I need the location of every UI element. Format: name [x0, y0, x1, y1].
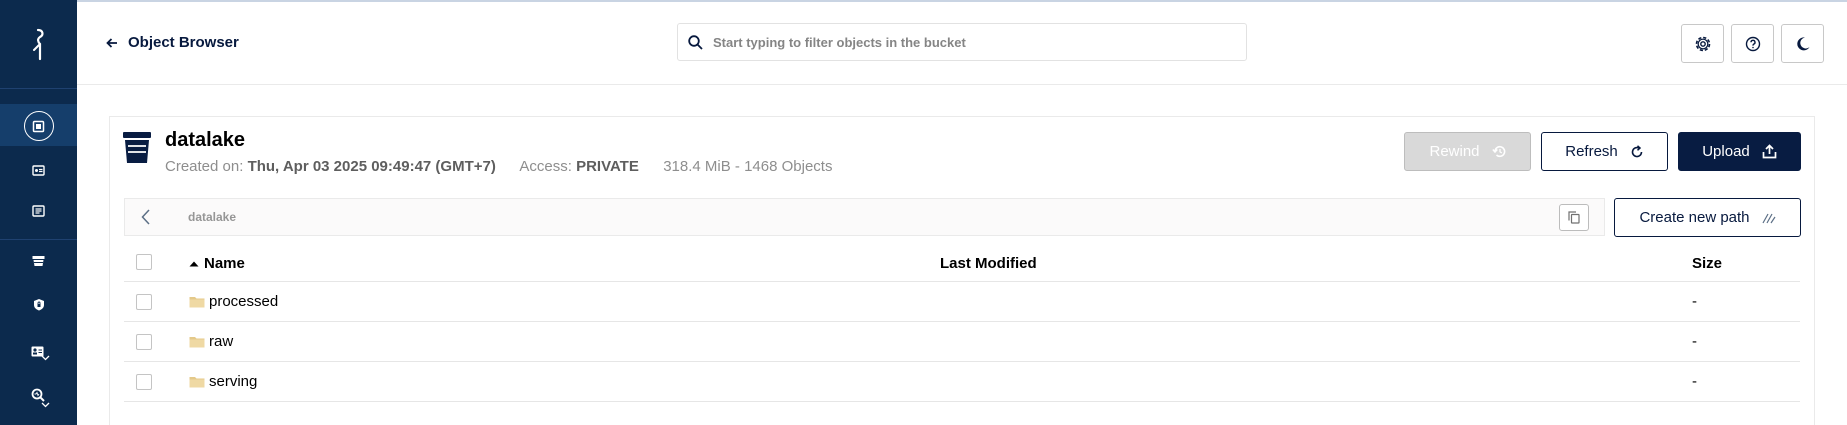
sidebar-divider	[0, 239, 77, 240]
sidebar-item-identity[interactable]	[0, 336, 77, 366]
search-icon	[688, 34, 703, 50]
back-to-object-browser[interactable]: Object Browser	[106, 34, 239, 51]
column-header-size[interactable]: Size	[1692, 255, 1722, 272]
access-keys-icon	[32, 163, 45, 181]
sort-ascending-icon	[189, 261, 199, 266]
chevron-down-icon	[41, 402, 49, 408]
dark-mode-icon	[1796, 36, 1809, 50]
policies-icon	[33, 298, 45, 316]
sidebar-item-buckets[interactable]	[0, 248, 77, 278]
object-browser-icon	[23, 111, 54, 141]
column-header-last-modified[interactable]: Last Modified	[940, 255, 1037, 272]
create-new-path-button[interactable]: Create new path	[1614, 198, 1801, 237]
row-name-label: raw	[209, 333, 234, 350]
row-size: -	[1692, 293, 1697, 310]
sidebar-item-policies[interactable]	[0, 292, 77, 322]
sidebar-item-object-browser[interactable]	[0, 111, 77, 141]
row-name-label: serving	[209, 373, 258, 390]
new-path-icon	[1762, 213, 1776, 223]
minio-logo-icon[interactable]	[0, 28, 77, 68]
row-checkbox[interactable]	[136, 334, 152, 350]
create-new-path-label: Create new path	[1639, 209, 1750, 226]
monitoring-icon	[31, 388, 49, 408]
select-all-checkbox[interactable]	[136, 254, 152, 270]
documentation-icon	[32, 204, 45, 222]
top-border	[0, 0, 1847, 2]
sidebar	[0, 0, 77, 425]
column-header-name[interactable]: Name	[189, 255, 245, 272]
table-divider	[124, 361, 1800, 362]
table-row[interactable]: serving	[189, 373, 257, 390]
column-label-name: Name	[204, 255, 245, 272]
history-icon	[1491, 145, 1505, 158]
folder-icon	[189, 337, 205, 348]
bucket-name: datalake	[165, 129, 246, 151]
upload-label: Upload	[1702, 143, 1750, 160]
settings-button[interactable]	[1681, 24, 1724, 63]
help-icon	[1745, 36, 1760, 51]
help-button[interactable]	[1731, 24, 1774, 63]
created-value: Thu, Apr 03 2025 09:49:47 (GMT+7)	[247, 158, 496, 175]
access-value: PRIVATE	[576, 158, 639, 175]
buckets-icon	[32, 254, 45, 272]
bucket-icon	[122, 131, 152, 169]
upload-button[interactable]: Upload	[1678, 132, 1801, 171]
sidebar-item-access-keys[interactable]	[0, 157, 77, 187]
rewind-label: Rewind	[1429, 143, 1480, 160]
folder-icon	[189, 377, 205, 388]
settings-icon	[1695, 36, 1710, 51]
upload-icon	[1762, 144, 1777, 159]
rewind-button[interactable]: Rewind	[1404, 132, 1531, 171]
row-checkbox[interactable]	[136, 374, 152, 390]
refresh-label: Refresh	[1565, 143, 1618, 160]
table-row[interactable]: raw	[189, 333, 233, 350]
header-divider	[77, 84, 1847, 85]
table-divider	[124, 281, 1800, 282]
breadcrumb-path[interactable]: datalake	[188, 210, 236, 224]
table-row[interactable]: processed	[189, 293, 278, 310]
sidebar-item-documentation[interactable]	[0, 198, 77, 228]
copy-path-button[interactable]	[1559, 204, 1589, 231]
row-name-label: processed	[209, 293, 279, 310]
table-divider	[124, 401, 1800, 402]
breadcrumb	[124, 198, 1605, 236]
refresh-icon	[1631, 144, 1643, 157]
row-checkbox[interactable]	[136, 294, 152, 310]
sidebar-item-monitoring[interactable]	[0, 380, 77, 410]
access-label: Access:	[519, 158, 572, 175]
search-input[interactable]	[713, 34, 1233, 50]
bucket-meta: Created on: Thu, Apr 03 2025 09:49:47 (G…	[165, 158, 832, 175]
chevron-left-icon	[140, 209, 150, 225]
created-label: Created on:	[165, 158, 244, 175]
dark-mode-button[interactable]	[1781, 24, 1824, 63]
row-size: -	[1692, 373, 1697, 390]
folder-icon	[189, 297, 205, 308]
breadcrumb-back-button[interactable]	[135, 206, 155, 228]
copy-icon	[1568, 211, 1580, 224]
back-arrow-icon	[106, 37, 117, 48]
bucket-usage: 318.4 MiB - 1468 Objects	[663, 158, 833, 175]
back-label: Object Browser	[128, 34, 239, 51]
identity-icon	[31, 344, 49, 361]
row-size: -	[1692, 333, 1697, 350]
search-box[interactable]	[677, 23, 1247, 61]
table-divider	[124, 321, 1800, 322]
refresh-button[interactable]: Refresh	[1541, 132, 1668, 171]
sidebar-divider	[0, 88, 77, 89]
chevron-down-icon	[41, 355, 49, 361]
